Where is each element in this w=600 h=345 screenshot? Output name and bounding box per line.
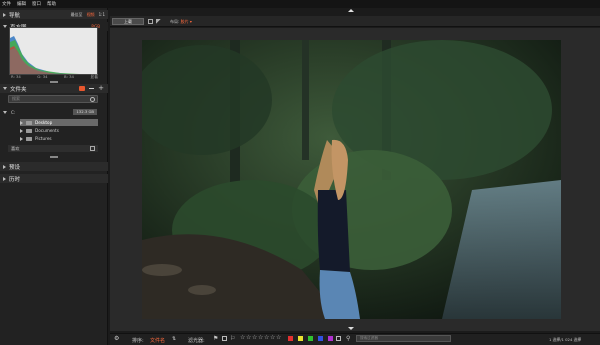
- folder-item-documents[interactable]: Documents: [20, 127, 98, 134]
- expand-arrow-icon: [20, 120, 23, 125]
- expand-arrow-icon: [3, 164, 6, 169]
- settings-gear-icon[interactable]: ⚙: [114, 335, 119, 342]
- navigator-title: 导航: [9, 12, 21, 19]
- histogram-stat-b: B: 34: [64, 74, 74, 79]
- collapse-top-arrow-icon[interactable]: [348, 9, 354, 12]
- remove-icon[interactable]: [89, 87, 95, 89]
- star-icon[interactable]: ☆: [240, 334, 245, 341]
- favorites-row[interactable]: 喜欢: [8, 145, 98, 152]
- sort-value[interactable]: 文件名: [150, 337, 165, 344]
- histogram-graph: [9, 27, 98, 75]
- flag-icon[interactable]: ⚑: [213, 335, 218, 342]
- star-icon[interactable]: ☆: [252, 334, 257, 341]
- history-title: 历时: [9, 176, 21, 183]
- flag-outline-icon[interactable]: [222, 336, 227, 341]
- history-header[interactable]: 历时: [0, 174, 108, 183]
- star-icon[interactable]: ☆: [270, 334, 275, 341]
- nav-option-fit[interactable]: 最佳至: [71, 12, 83, 18]
- color-label-none[interactable]: [336, 336, 341, 341]
- presets-title: 预设: [9, 164, 21, 171]
- layout-selector[interactable]: 布局: 胶片 ▾: [170, 19, 192, 25]
- star-icon[interactable]: ☆: [276, 334, 281, 341]
- folder-icon: [26, 120, 32, 125]
- expand-arrow-icon: [20, 136, 23, 141]
- folder-search-input[interactable]: 搜索: [8, 95, 98, 103]
- menu-edit[interactable]: 编辑: [17, 1, 26, 7]
- collapse-arrow-icon: [3, 110, 7, 114]
- folder-item-desktop[interactable]: Desktop: [20, 119, 98, 126]
- color-label-blue[interactable]: [318, 336, 323, 341]
- expand-arrow-icon: [3, 12, 6, 17]
- favorites-icon[interactable]: [90, 146, 95, 151]
- import-button[interactable]: 上载: [112, 18, 144, 25]
- photo-image: [142, 40, 561, 319]
- histogram-stat-r: R: 34: [11, 74, 21, 79]
- menu-file[interactable]: 文件: [2, 1, 11, 7]
- folder-icon: [26, 136, 32, 141]
- sort-label: 排序:: [132, 338, 144, 344]
- folder-icon: [26, 128, 32, 133]
- chevron-down-icon: ▾: [189, 19, 192, 24]
- expand-arrow-icon: [20, 128, 23, 133]
- sort-order-icon[interactable]: ⇅: [172, 336, 176, 342]
- filter-search-input[interactable]: 搜索过滤器: [356, 335, 451, 342]
- drive-label: C:: [11, 109, 16, 115]
- nav-option-video[interactable]: 视频: [87, 12, 95, 18]
- star-icon[interactable]: ☆: [258, 334, 263, 341]
- color-label-green[interactable]: [308, 336, 313, 341]
- selection-status: 1 选择/1 024 选择: [549, 337, 582, 342]
- collapse-arrow-icon: [3, 25, 7, 28]
- photo-preview[interactable]: [142, 40, 561, 319]
- resize-grip[interactable]: [50, 81, 58, 83]
- menu-window[interactable]: 窗口: [32, 1, 41, 7]
- folders-header[interactable]: 文件夹 +: [0, 84, 108, 93]
- bottom-toolbar: [110, 333, 600, 345]
- histogram-svg: [10, 36, 80, 74]
- layout-value: 胶片: [180, 19, 189, 24]
- presets-header[interactable]: 预设: [0, 162, 108, 171]
- new-folder-icon[interactable]: [79, 85, 86, 91]
- histogram-stats: R: 34 G: 34 B: 34 显著: [11, 74, 98, 80]
- navigator-header[interactable]: 导航 最佳至 视频 1:1: [0, 10, 108, 19]
- search-icon: [90, 97, 95, 102]
- histogram-stat-g: G: 34: [37, 74, 48, 79]
- expand-arrow-icon: [3, 176, 6, 181]
- menu-bar: 文件 编辑 窗口 帮助: [0, 0, 600, 8]
- nav-option-1to1[interactable]: 1:1: [99, 12, 105, 18]
- folder-item-label: Pictures: [35, 136, 52, 141]
- folder-search-placeholder: 搜索: [12, 96, 20, 101]
- reject-flag-icon[interactable]: ⚐: [230, 335, 235, 342]
- search-icon: ⚲: [346, 335, 351, 342]
- layout-label: 布局:: [170, 19, 180, 24]
- filter-search-placeholder: 搜索过滤器: [360, 336, 378, 340]
- drive-size: 132.3 GB: [73, 109, 97, 115]
- color-label-yellow[interactable]: [298, 336, 303, 341]
- resize-grip[interactable]: [50, 156, 58, 158]
- folder-item-label: Documents: [35, 128, 59, 133]
- histogram-extra: 显著: [90, 74, 98, 79]
- star-icon[interactable]: ☆: [264, 334, 269, 341]
- filter-label: 滤光器:: [188, 338, 205, 344]
- color-label-red[interactable]: [288, 336, 293, 341]
- folder-item-pictures[interactable]: Pictures: [20, 135, 98, 142]
- star-icon[interactable]: ☆: [246, 334, 251, 341]
- compare-view-icon[interactable]: [156, 19, 161, 24]
- drive-row[interactable]: C: 132.3 GB: [3, 108, 99, 116]
- folder-item-label: Desktop: [35, 120, 53, 125]
- collapse-arrow-icon: [3, 87, 7, 90]
- add-icon[interactable]: +: [98, 84, 104, 91]
- grid-view-icon[interactable]: [148, 19, 153, 24]
- collapse-bottom-arrow-icon[interactable]: [348, 327, 354, 330]
- favorites-label: 喜欢: [11, 145, 20, 151]
- color-label-purple[interactable]: [328, 336, 333, 341]
- folders-title: 文件夹: [10, 86, 27, 93]
- menu-help[interactable]: 帮助: [47, 1, 56, 7]
